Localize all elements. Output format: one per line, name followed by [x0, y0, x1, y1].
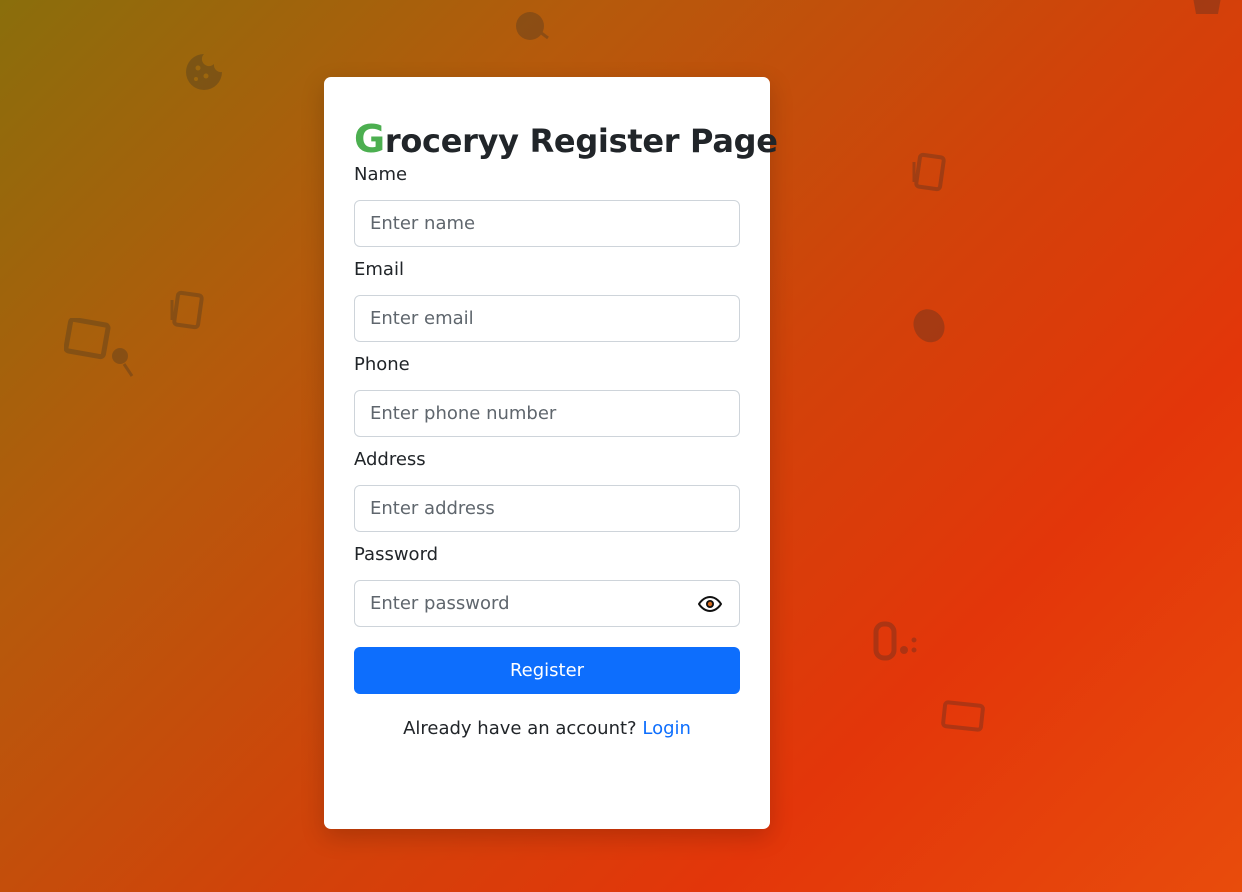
milk-icon [872, 620, 922, 664]
password-input[interactable] [354, 580, 740, 627]
name-label: Name [354, 164, 408, 185]
login-prompt-text: Already have an account? [403, 718, 637, 739]
fruit-icon [1188, 0, 1228, 28]
email-field-group: Email [354, 257, 740, 342]
login-link[interactable]: Login [642, 718, 691, 739]
register-button[interactable]: Register [354, 647, 740, 694]
fridge-icon [910, 152, 950, 192]
name-input[interactable] [354, 200, 740, 247]
grocery-bag-icon [940, 698, 986, 734]
phone-field-group: Phone [354, 352, 740, 437]
name-field-group: Name [354, 162, 740, 247]
cookie-icon [184, 52, 224, 92]
password-label: Password [354, 544, 439, 565]
address-input[interactable] [354, 485, 740, 532]
phone-label: Phone [354, 354, 410, 375]
grocery-bag-icon [64, 318, 140, 378]
fruit-icon [512, 6, 552, 46]
address-label: Address [354, 449, 426, 470]
email-label: Email [354, 259, 404, 280]
address-field-group: Address [354, 447, 740, 532]
phone-input[interactable] [354, 390, 740, 437]
password-field-group: Password [354, 542, 740, 627]
page-title: Groceryy Register Page [354, 117, 778, 162]
lemon-icon [908, 304, 948, 344]
fridge-icon [168, 290, 208, 330]
login-prompt: Already have an account? Login [354, 718, 740, 739]
register-card: Groceryy Register Page Name Email Phone … [324, 77, 778, 829]
email-input[interactable] [354, 295, 740, 342]
eye-icon[interactable] [697, 592, 723, 616]
title-first-letter: G [354, 117, 385, 161]
title-rest: roceryy Register Page [384, 122, 778, 160]
